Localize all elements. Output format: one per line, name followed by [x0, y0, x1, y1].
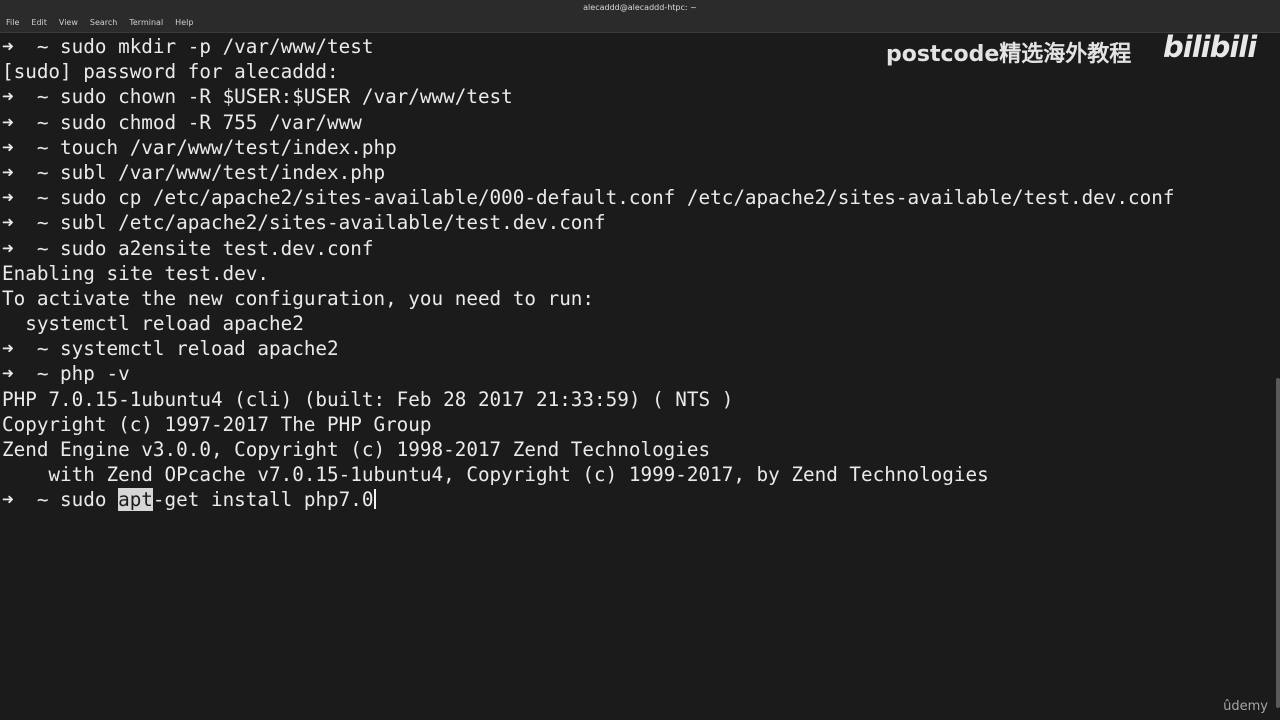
menu-terminal[interactable]: Terminal [129, 18, 163, 27]
line-text: sudo a2ensite test.dev.conf [60, 236, 374, 260]
prompt-arrow: ➜ ~ [2, 110, 61, 134]
terminal-output-line: PHP 7.0.15-1ubuntu4 (cli) (built: Feb 28… [0, 387, 1280, 412]
terminal-command-line: ➜ ~ sudo a2ensite test.dev.conf [0, 236, 1280, 261]
terminal-output-line: To activate the new configuration, you n… [0, 286, 1280, 311]
line-text: PHP 7.0.15-1ubuntu4 (cli) (built: Feb 28… [2, 387, 734, 411]
line-text: touch /var/www/test/index.php [60, 135, 397, 159]
terminal-command-line: ➜ ~ sudo chmod -R 755 /var/www [0, 110, 1280, 135]
terminal-command-line: ➜ ~ touch /var/www/test/index.php [0, 135, 1280, 160]
watermark-text: postcode精选海外教程 [886, 42, 1132, 67]
terminal-command-line: ➜ ~ php -v [0, 361, 1280, 386]
line-text: sudo cp /etc/apache2/sites-available/000… [60, 186, 1175, 210]
line-text: sudo chmod -R 755 /var/www [60, 110, 362, 134]
prompt-arrow: ➜ ~ [2, 211, 61, 235]
terminal-output-line: Zend Engine v3.0.0, Copyright (c) 1998-2… [0, 437, 1280, 462]
terminal-input-line[interactable]: ➜ ~ sudo apt-get install php7.0 [0, 487, 1280, 512]
terminal-command-line: ➜ ~ subl /var/www/test/index.php [0, 160, 1280, 185]
line-text: Zend Engine v3.0.0, Copyright (c) 1998-2… [2, 438, 711, 461]
prompt-arrow: ➜ ~ [2, 337, 61, 361]
menu-help[interactable]: Help [175, 18, 193, 27]
prompt-arrow: ➜ ~ [2, 236, 61, 260]
prompt-arrow: ➜ ~ [2, 186, 61, 210]
terminal-output-line: Enabling site test.dev. [0, 261, 1280, 286]
terminal-output-line: systemctl reload apache2 [0, 311, 1280, 336]
terminal-output-line: with Zend OPcache v7.0.15-1ubuntu4, Copy… [0, 462, 1280, 487]
window-title: alecaddd@alecaddd-htpc: ~ [583, 3, 697, 12]
text-cursor [374, 489, 377, 510]
line-text: systemctl reload apache2 [60, 337, 339, 361]
line-text: To activate the new configuration, you n… [2, 286, 595, 310]
terminal-command-line: ➜ ~ subl /etc/apache2/sites-available/te… [0, 210, 1280, 235]
input-text-selected: apt [118, 488, 153, 512]
terminal-command-line: ➜ ~ systemctl reload apache2 [0, 336, 1280, 361]
bilibili-logo: bilibili [1163, 30, 1257, 64]
line-text: subl /etc/apache2/sites-available/test.d… [60, 211, 606, 235]
terminal-command-line: ➜ ~ sudo chown -R $USER:$USER /var/www/t… [0, 84, 1280, 109]
prompt-arrow: ➜ ~ [2, 488, 61, 512]
line-text: sudo mkdir -p /var/www/test [60, 35, 374, 58]
line-text: php -v [60, 362, 130, 386]
line-text: [sudo] password for alecaddd: [2, 60, 339, 84]
terminal-scrollbar[interactable] [1276, 378, 1280, 708]
terminal-output-line: Copyright (c) 1997-2017 The PHP Group [0, 412, 1280, 437]
prompt-arrow: ➜ ~ [2, 362, 61, 386]
line-text: subl /var/www/test/index.php [60, 160, 386, 184]
input-text-after: -get install php7.0 [152, 488, 374, 512]
line-text: with Zend OPcache v7.0.15-1ubuntu4, Copy… [2, 463, 989, 487]
line-text: Copyright (c) 1997-2017 The PHP Group [2, 412, 432, 436]
menu-file[interactable]: File [6, 18, 19, 27]
prompt-arrow: ➜ ~ [2, 135, 61, 159]
line-text: sudo chown -R $USER:$USER /var/www/test [60, 85, 513, 109]
prompt-arrow: ➜ ~ [2, 35, 61, 58]
menu-bar: alecaddd@alecaddd-htpc: ~ File Edit View… [0, 0, 1280, 33]
prompt-arrow: ➜ ~ [2, 85, 61, 109]
prompt-arrow: ➜ ~ [2, 160, 61, 184]
udemy-logo: ûdemy [1223, 699, 1268, 714]
input-text-before: sudo [60, 488, 119, 512]
menu-view[interactable]: View [59, 18, 78, 27]
line-text: systemctl reload apache2 [2, 312, 304, 336]
terminal-command-line: ➜ ~ sudo cp /etc/apache2/sites-available… [0, 185, 1280, 210]
menu-search[interactable]: Search [90, 18, 117, 27]
menu-edit[interactable]: Edit [31, 18, 47, 27]
line-text: Enabling site test.dev. [2, 261, 269, 285]
terminal-output[interactable]: ➜ ~ sudo mkdir -p /var/www/test [sudo] pa… [0, 34, 1280, 720]
menu-list: File Edit View Search Terminal Help [6, 18, 193, 27]
